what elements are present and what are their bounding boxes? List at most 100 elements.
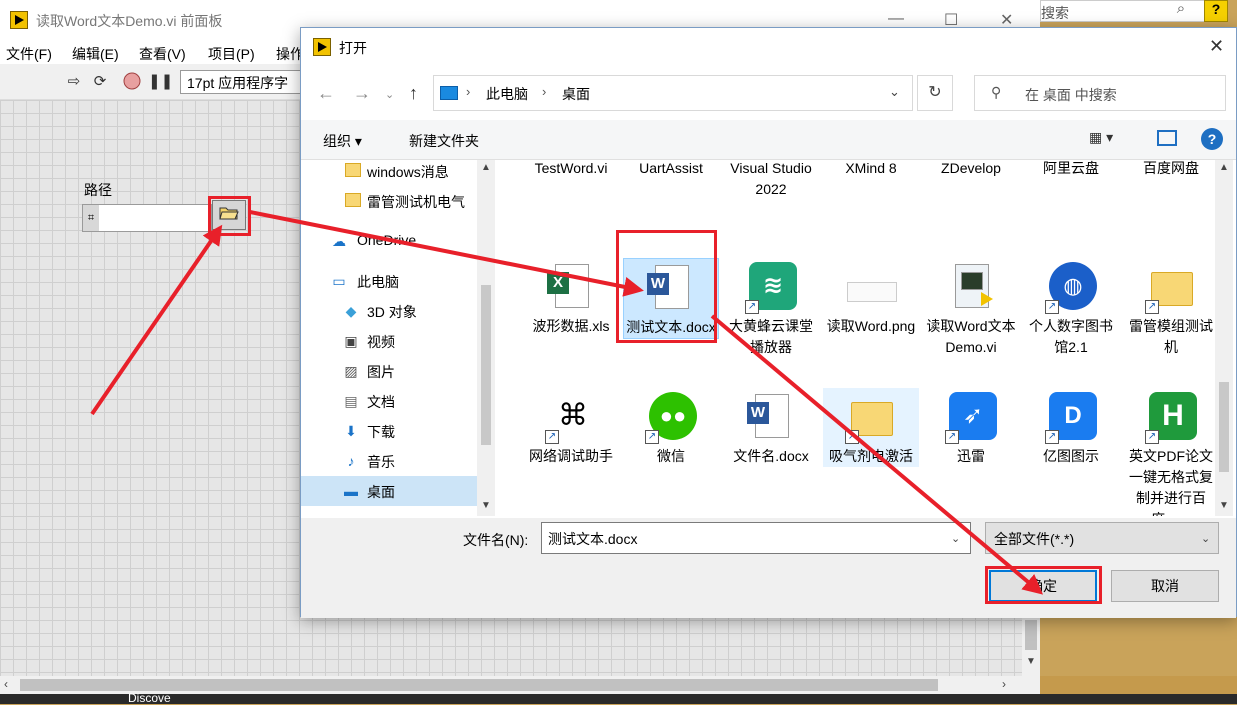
scroll-right-icon[interactable]: › bbox=[1002, 677, 1006, 691]
up-arrow-icon[interactable]: ↑ bbox=[409, 83, 418, 104]
scroll-down-icon[interactable]: ▼ bbox=[1026, 656, 1036, 667]
search-icon[interactable]: ⌕ bbox=[1168, 0, 1194, 22]
file-item-label: Visual Studio 2022 bbox=[730, 160, 812, 197]
breadcrumb-desktop[interactable]: 桌面 bbox=[562, 84, 590, 104]
file-item-label: 测试文本.docx bbox=[626, 319, 716, 335]
labview-logo-icon bbox=[10, 11, 28, 29]
refresh-button[interactable]: ↻ bbox=[917, 75, 953, 111]
file-item[interactable]: 百度网盘 bbox=[1123, 160, 1213, 179]
scroll-thumb[interactable] bbox=[481, 285, 491, 445]
file-scrollbar[interactable]: ▲ ▼ bbox=[1215, 160, 1233, 516]
nav-item[interactable]: ▬ 桌面 bbox=[301, 476, 477, 506]
abort-icon[interactable] bbox=[122, 72, 142, 92]
file-item-label: 英文PDF论文一键无格式复制并进行百度、... bbox=[1129, 448, 1213, 516]
pause-icon[interactable]: ❚❚ bbox=[148, 72, 173, 92]
nav-item-label: 3D 对象 bbox=[367, 304, 417, 320]
close-icon[interactable]: ✕ bbox=[1209, 36, 1224, 57]
path-control[interactable]: ⌗ bbox=[82, 204, 212, 232]
file-item[interactable]: 读取Word文本Demo.vi bbox=[923, 258, 1019, 358]
nav-item[interactable]: ▤ 文档 bbox=[301, 386, 477, 416]
file-item-label: 波形数据.xls bbox=[532, 318, 610, 334]
scroll-down-icon[interactable]: ▼ bbox=[481, 500, 491, 511]
scroll-up-icon[interactable]: ▲ bbox=[481, 162, 491, 173]
file-item[interactable]: X 波形数据.xls bbox=[523, 258, 619, 337]
help-icon[interactable]: ? bbox=[1204, 0, 1228, 22]
file-item[interactable]: ↗ 吸气剂电激活 bbox=[823, 388, 919, 467]
scroll-thumb[interactable] bbox=[1219, 382, 1229, 472]
nav-item[interactable]: ⬇ 下载 bbox=[301, 416, 477, 446]
menu-view[interactable]: 查看(V) bbox=[139, 44, 186, 64]
search-input[interactable]: ⚲ 在 桌面 中搜索 bbox=[974, 75, 1226, 111]
file-item-label: ZDevelop bbox=[941, 160, 1001, 176]
menu-edit[interactable]: 编辑(E) bbox=[72, 44, 119, 64]
dialog-titlebar: 打开 ✕ bbox=[301, 28, 1236, 66]
file-item[interactable]: ↗ 雷管模组测试机 bbox=[1123, 258, 1213, 358]
file-item[interactable]: ◍ ↗ 个人数字图书馆2.1 bbox=[1023, 258, 1119, 358]
nav-item[interactable]: ◆ 3D 对象 bbox=[301, 296, 477, 326]
chevron-down-icon[interactable]: ⌄ bbox=[1201, 532, 1210, 545]
nav-scrollbar[interactable]: ▲ ▼ bbox=[477, 160, 495, 516]
scroll-left-icon[interactable]: ‹ bbox=[4, 677, 8, 691]
file-item[interactable]: ZDevelop bbox=[923, 160, 1019, 179]
run-continuously-icon[interactable]: ⟳ bbox=[90, 72, 110, 92]
open-file-dialog: 打开 ✕ ← → ⌄ ↑ › 此电脑 › 桌面 ⌄ ↻ ⚲ 在 桌面 中搜索 组… bbox=[300, 27, 1237, 618]
scroll-up-icon[interactable]: ▲ bbox=[1219, 162, 1229, 173]
help-icon[interactable]: ? bbox=[1201, 128, 1223, 150]
preview-pane-icon[interactable] bbox=[1157, 130, 1177, 146]
file-item[interactable]: ⌘ ↗ 网络调试助手 bbox=[523, 388, 619, 467]
view-options-icon[interactable]: ▦ ▾ bbox=[1089, 129, 1113, 146]
run-arrow-icon[interactable]: ⇨ bbox=[64, 72, 84, 92]
menu-project[interactable]: 项目(P) bbox=[208, 44, 255, 64]
chevron-down-icon[interactable]: ⌄ bbox=[951, 532, 960, 545]
menu-file[interactable]: 文件(F) bbox=[6, 44, 52, 64]
file-item-label: 百度网盘 bbox=[1143, 160, 1199, 176]
nav-item[interactable]: ☁ OneDrive bbox=[301, 226, 477, 256]
file-item[interactable]: TestWord.vi bbox=[523, 160, 619, 179]
nav-item[interactable]: ▣ 视频 bbox=[301, 326, 477, 356]
nav-item[interactable]: 雷管测试机电气 bbox=[301, 186, 477, 216]
pc-icon bbox=[440, 86, 458, 100]
recent-dropdown-icon[interactable]: ⌄ bbox=[385, 88, 394, 101]
labview-logo-icon bbox=[313, 38, 331, 56]
breadcrumb-this-pc[interactable]: 此电脑 bbox=[486, 84, 528, 104]
file-item[interactable]: Visual Studio 2022 bbox=[723, 160, 819, 200]
file-item-label: XMind 8 bbox=[845, 160, 897, 176]
file-item[interactable]: XMind 8 bbox=[823, 160, 919, 179]
file-item[interactable]: D ↗ 亿图图示 bbox=[1023, 388, 1119, 467]
file-item[interactable]: 阿里云盘 bbox=[1023, 160, 1119, 179]
scroll-down-icon[interactable]: ▼ bbox=[1219, 500, 1229, 511]
filetype-select[interactable]: 全部文件(*.*) bbox=[985, 522, 1219, 554]
nav-item[interactable]: ▨ 图片 bbox=[301, 356, 477, 386]
nav-item[interactable]: ▭ 此电脑 bbox=[301, 266, 477, 296]
chevron-down-icon[interactable]: ⌄ bbox=[889, 84, 900, 100]
file-item[interactable]: ➶ ↗ 迅雷 bbox=[923, 388, 1019, 467]
file-list: TestWord.vi UartAssist Visual Studio 2022 X… bbox=[507, 160, 1213, 516]
player-app-icon: ≋ ↗ bbox=[743, 258, 799, 316]
nav-item[interactable]: ♪ 音乐 bbox=[301, 446, 477, 476]
back-arrow-icon[interactable]: ← bbox=[317, 83, 335, 104]
file-item[interactable]: 读取Word.png bbox=[823, 258, 919, 337]
taskbar-text: Discove bbox=[128, 691, 171, 705]
file-item[interactable]: H↗英文PDF论文一键无格式复制并进行百度、... bbox=[1123, 388, 1213, 516]
pc-icon: ▭ bbox=[332, 273, 346, 289]
file-item[interactable]: ≋ ↗ 大黄蜂云课堂播放器 bbox=[723, 258, 819, 358]
address-bar[interactable]: › 此电脑 › 桌面 ⌄ bbox=[433, 75, 913, 111]
file-item[interactable]: ●● ↗ 微信 bbox=[623, 388, 719, 467]
file-item[interactable]: W 文件名.docx bbox=[723, 388, 819, 467]
scroll-thumb[interactable] bbox=[20, 679, 938, 691]
folder-shortcut-icon: ↗ bbox=[843, 388, 899, 446]
cancel-button[interactable]: 取消 bbox=[1111, 570, 1219, 602]
file-item[interactable]: W 测试文本.docx bbox=[623, 258, 719, 339]
lv-window-title: 读取Word文本Demo.vi 前面板 bbox=[36, 13, 223, 29]
scroll-thumb[interactable] bbox=[1025, 620, 1037, 650]
minimize-icon[interactable]: — bbox=[888, 10, 904, 28]
forward-arrow-icon[interactable]: → bbox=[353, 83, 371, 104]
browse-button[interactable] bbox=[212, 200, 246, 230]
new-folder-button[interactable]: 新建文件夹 bbox=[409, 131, 479, 151]
nav-item[interactable]: windows消息 bbox=[301, 160, 477, 186]
ok-button[interactable]: 确定 bbox=[989, 570, 1097, 602]
file-item[interactable]: UartAssist bbox=[623, 160, 719, 179]
filename-input[interactable]: 测试文本.docx bbox=[541, 522, 971, 554]
file-item-label: 亿图图示 bbox=[1043, 448, 1099, 464]
organize-button[interactable]: 组织 ▾ bbox=[323, 131, 362, 151]
